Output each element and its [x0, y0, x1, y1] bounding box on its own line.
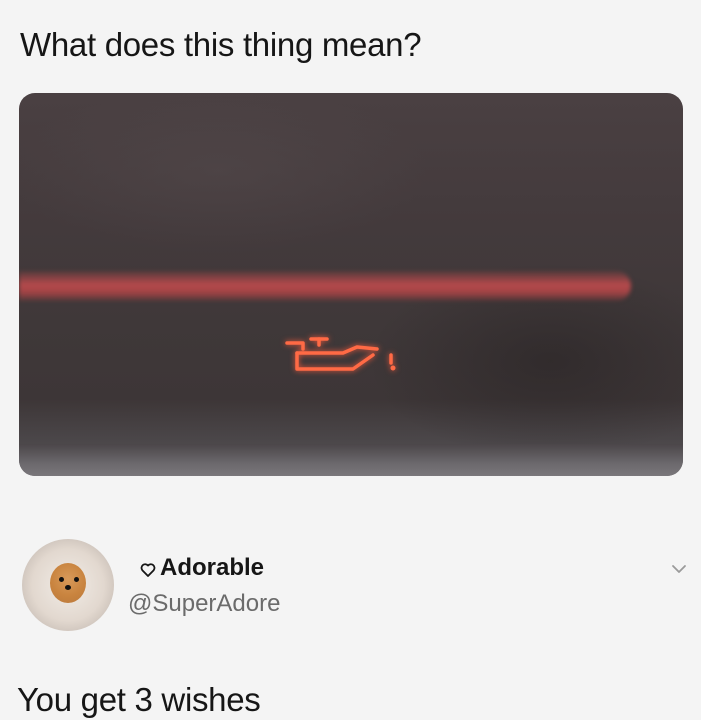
red-light-strip — [19, 271, 631, 301]
heart-icon — [140, 563, 156, 577]
author-handle[interactable]: @SuperAdore — [128, 592, 280, 616]
question-text: What does this thing mean? — [20, 26, 422, 63]
dashboard-photo[interactable] — [19, 93, 683, 476]
dog-eye-left — [59, 577, 64, 582]
author-display-name[interactable]: Adorable — [160, 556, 264, 580]
dog-nose — [65, 585, 71, 590]
dog-face — [50, 563, 86, 603]
chevron-down-icon[interactable] — [671, 563, 687, 575]
avatar[interactable] — [22, 539, 114, 631]
dashboard-bottom-edge — [19, 444, 683, 476]
oil-can-warning-icon — [285, 337, 396, 371]
dog-eye-right — [74, 577, 79, 582]
reply-text: You get 3 wishes — [17, 681, 261, 718]
